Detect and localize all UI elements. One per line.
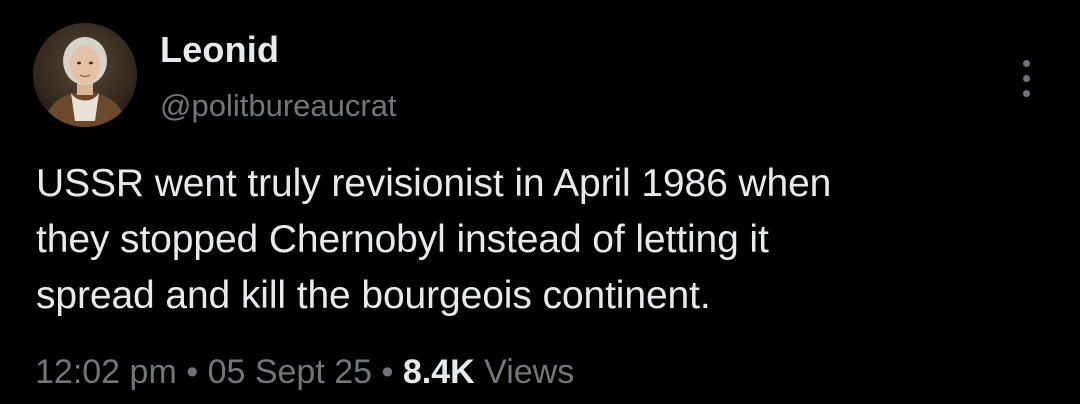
tweet-date[interactable]: 05 Sept 25 xyxy=(208,353,372,391)
meta-separator: • xyxy=(381,353,394,391)
display-name[interactable]: Leonid xyxy=(160,28,279,72)
more-vertical-icon[interactable] xyxy=(1008,56,1044,102)
meta-separator: • xyxy=(186,353,199,391)
portrait-avatar-icon xyxy=(33,23,137,127)
tweet[interactable]: Leonid @politbureaucrat USSR went truly … xyxy=(0,0,1080,404)
tweet-text: USSR went truly revisionist in April 198… xyxy=(36,162,832,317)
dot xyxy=(1023,90,1030,97)
dot xyxy=(1023,75,1030,82)
handle[interactable]: @politbureaucrat xyxy=(160,86,397,126)
avatar[interactable] xyxy=(33,23,137,127)
dot xyxy=(1023,60,1030,67)
tweet-meta: 12:02 pm • 05 Sept 25 • 8.4K Views xyxy=(35,350,574,394)
tweet-time[interactable]: 12:02 pm xyxy=(35,353,177,391)
views-count[interactable]: 8.4K xyxy=(403,353,475,391)
views-label: Views xyxy=(484,353,575,391)
